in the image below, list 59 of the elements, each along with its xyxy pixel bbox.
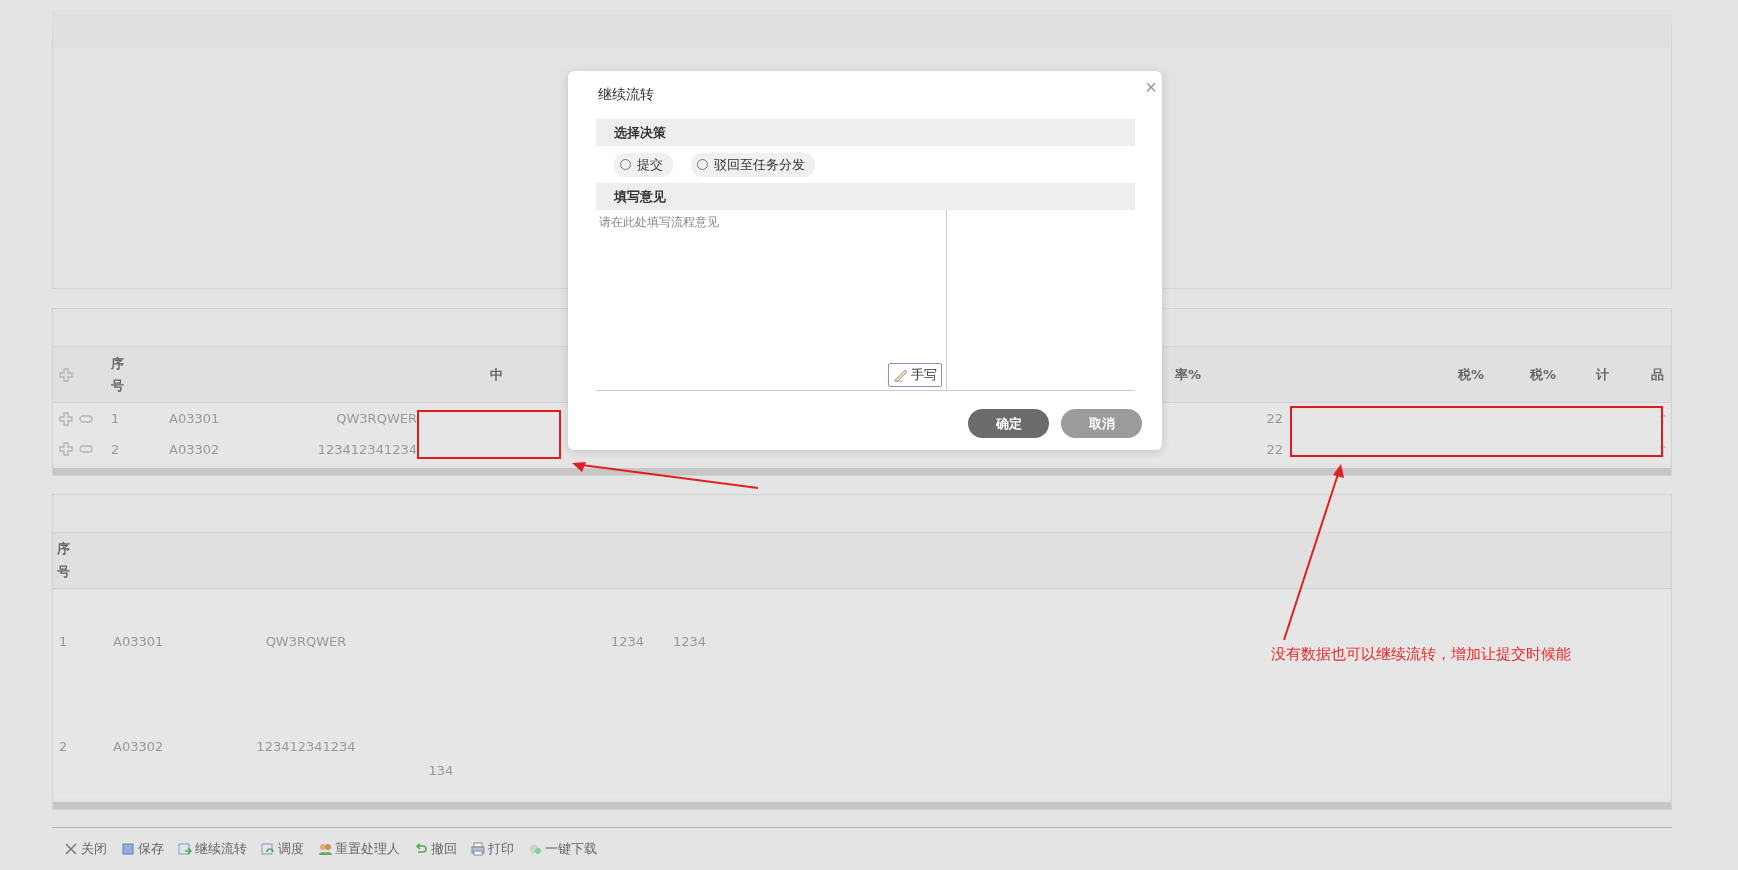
toolbar-button[interactable]: 关闭 — [64, 839, 107, 858]
column-header: 率% — [1174, 365, 1201, 384]
close-button[interactable]: × — [1145, 75, 1157, 99]
pen-icon — [893, 368, 909, 382]
table-cell: A03301 — [169, 411, 220, 427]
table-cell: 123412341234 — [317, 441, 417, 457]
toolbar-button[interactable]: 撤回 — [414, 839, 457, 858]
radio-option[interactable]: 驳回至任务分发 — [691, 152, 815, 177]
toolbar-button[interactable]: 继续流转 — [178, 839, 247, 858]
column-header: 中 — [489, 365, 503, 384]
add-row-icon[interactable] — [59, 442, 73, 457]
table-cell: 22 — [1266, 411, 1283, 427]
dialog-title: 继续流转 — [598, 86, 654, 104]
document-refresh-icon — [261, 841, 275, 856]
remove-row-icon[interactable] — [79, 445, 93, 454]
up-arrow-icon[interactable] — [1659, 412, 1667, 427]
table-cell: QW3RQWER — [336, 411, 417, 427]
table-cell: 123412341234 — [256, 739, 356, 754]
dialog-button[interactable]: 确定 — [968, 409, 1049, 438]
table-cell: A03302 — [113, 739, 164, 754]
toolbar-button[interactable]: 打印 — [471, 839, 514, 858]
table-cell: A03301 — [113, 634, 164, 649]
add-row-icon[interactable] — [59, 411, 73, 426]
row-number: 1 — [111, 411, 120, 427]
add-icon[interactable] — [59, 367, 73, 382]
printer-icon — [471, 841, 485, 856]
table-cell: 1234 — [611, 634, 645, 649]
handwrite-button[interactable]: 手写 — [888, 363, 942, 387]
close-icon — [64, 841, 78, 856]
row-number: 2 — [111, 441, 120, 457]
toolbar-button[interactable]: 一键下载 — [528, 839, 597, 858]
toolbar-button[interactable]: 调度 — [261, 839, 304, 858]
section-header: 选择决策 — [596, 119, 1135, 146]
toolbar-button[interactable]: 保存 — [121, 839, 164, 858]
people-icon — [318, 841, 332, 856]
column-header: 品 — [1650, 365, 1664, 384]
remove-row-icon[interactable] — [79, 414, 93, 423]
opinion-field[interactable]: 请在此处填写流程意见 手写 — [596, 210, 947, 390]
scrollbar[interactable] — [53, 468, 1671, 475]
column-header: 税% — [1530, 365, 1556, 384]
column-header: 计 — [1595, 365, 1609, 384]
column-header: 序号 — [111, 354, 124, 395]
table-cell: 22 — [1266, 441, 1283, 457]
radio-option[interactable]: 提交 — [614, 152, 673, 177]
table-cell: A03302 — [169, 441, 220, 457]
up-arrow-icon[interactable] — [1659, 442, 1667, 457]
annotation-text: 没有数据也可以继续流转，增加让提交时候能 — [1271, 645, 1571, 664]
dialog-button[interactable]: 取消 — [1061, 409, 1142, 438]
scrollbar[interactable] — [53, 802, 1671, 809]
row-number: 1 — [59, 634, 68, 649]
column-header: 序号 — [57, 540, 70, 581]
column-header: 税% — [1458, 365, 1484, 384]
table-cell: 1234 — [673, 634, 707, 649]
table-cell: 134 — [428, 763, 454, 778]
row-number: 2 — [59, 739, 68, 754]
section-header: 填写意见 — [596, 183, 1135, 210]
table-cell: QW3RQWER — [265, 634, 347, 649]
toolbar-button[interactable]: 重置处理人 — [318, 839, 400, 858]
undo-icon — [414, 841, 428, 856]
